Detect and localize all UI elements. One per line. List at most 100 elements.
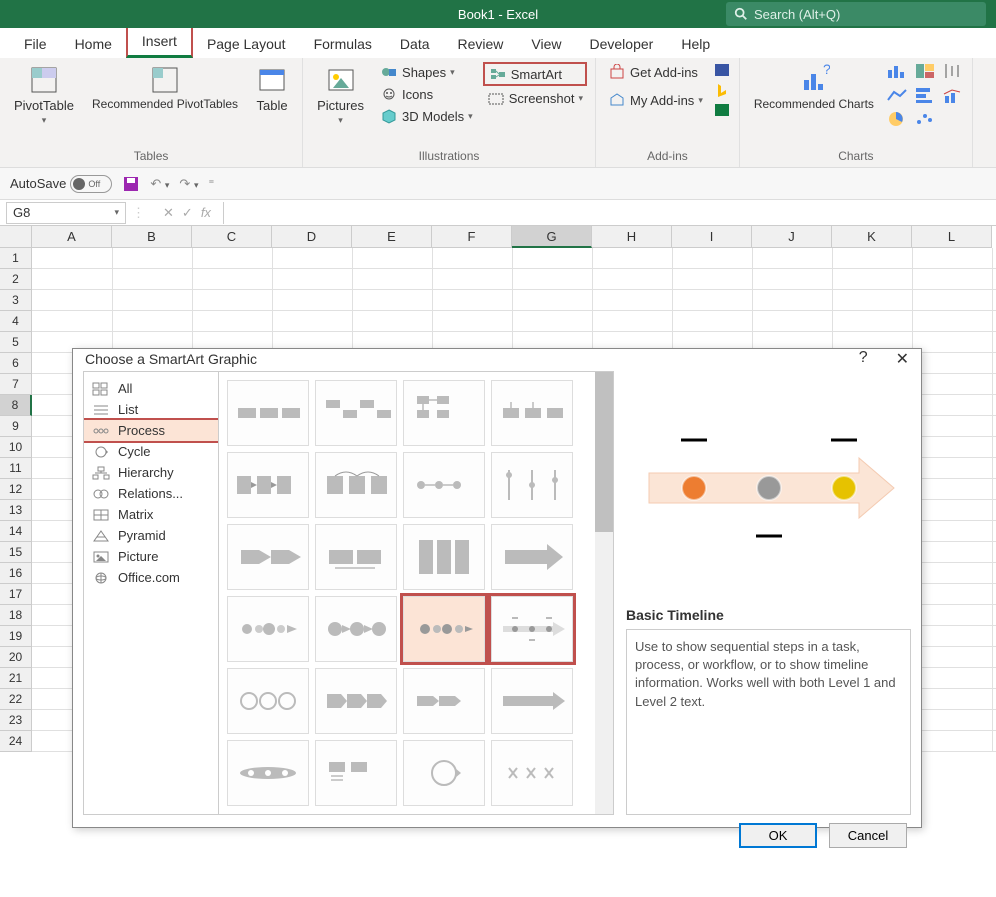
row-header[interactable]: 13 xyxy=(0,500,32,521)
tab-developer[interactable]: Developer xyxy=(576,30,668,58)
smartart-thumb[interactable] xyxy=(403,452,485,518)
visio-icon[interactable] xyxy=(713,62,731,78)
smartart-thumb[interactable] xyxy=(227,380,309,446)
get-addins-button[interactable]: Get Add-ins xyxy=(604,62,707,82)
smartart-thumb[interactable] xyxy=(491,452,573,518)
shapes-button[interactable]: Shapes▾ xyxy=(376,62,477,82)
cat-process[interactable]: Process xyxy=(84,420,218,441)
col-header[interactable]: B xyxy=(112,226,192,248)
smartart-thumb[interactable] xyxy=(403,740,485,806)
line-chart-icon[interactable] xyxy=(886,86,908,104)
help-icon[interactable]: ? xyxy=(859,349,868,369)
tab-view[interactable]: View xyxy=(517,30,575,58)
cat-list[interactable]: List xyxy=(84,399,218,420)
cat-hierarchy[interactable]: Hierarchy xyxy=(84,462,218,483)
recommended-pivottables-button[interactable]: Recommended PivotTables xyxy=(86,62,244,113)
undo-button[interactable]: ↶ ▾ xyxy=(150,176,169,192)
stock-chart-icon[interactable] xyxy=(942,62,964,80)
smartart-thumb[interactable] xyxy=(315,740,397,806)
fx-icon[interactable]: fx xyxy=(201,205,211,221)
col-header[interactable]: C xyxy=(192,226,272,248)
table-button[interactable]: Table xyxy=(250,62,294,115)
select-all-corner[interactable] xyxy=(0,226,32,248)
row-header[interactable]: 21 xyxy=(0,668,32,689)
col-header[interactable]: E xyxy=(352,226,432,248)
smartart-thumb[interactable] xyxy=(227,740,309,806)
row-header[interactable]: 1 xyxy=(0,248,32,269)
redo-button[interactable]: ↷ ▾ xyxy=(179,176,198,192)
smartart-thumb[interactable] xyxy=(403,596,485,662)
smartart-thumb[interactable] xyxy=(227,452,309,518)
combo-chart-icon[interactable] xyxy=(942,86,964,104)
row-header[interactable]: 19 xyxy=(0,626,32,647)
row-header[interactable]: 6 xyxy=(0,353,32,374)
qat-customize[interactable]: ⁼ xyxy=(208,177,214,190)
row-header[interactable]: 17 xyxy=(0,584,32,605)
name-box[interactable]: G8▾ xyxy=(6,202,126,224)
people-icon[interactable] xyxy=(713,102,731,118)
treemap-icon[interactable] xyxy=(914,62,936,80)
col-header[interactable]: F xyxy=(432,226,512,248)
row-header[interactable]: 18 xyxy=(0,605,32,626)
smartart-thumb[interactable] xyxy=(315,596,397,662)
smartart-button[interactable]: SmartArt xyxy=(483,62,587,86)
tab-home[interactable]: Home xyxy=(61,30,126,58)
smartart-thumb[interactable] xyxy=(315,524,397,590)
search-box[interactable]: Search (Alt+Q) xyxy=(726,2,986,26)
row-header[interactable]: 5 xyxy=(0,332,32,353)
col-header[interactable]: G xyxy=(512,226,592,248)
smartart-thumb[interactable] xyxy=(403,380,485,446)
gallery-scrollbar[interactable] xyxy=(595,372,613,814)
pivottable-button[interactable]: PivotTable▾ xyxy=(8,62,80,128)
smartart-thumb[interactable] xyxy=(227,668,309,734)
col-header[interactable]: D xyxy=(272,226,352,248)
ok-button[interactable]: OK xyxy=(739,823,817,848)
row-header[interactable]: 7 xyxy=(0,374,32,395)
icons-button[interactable]: Icons xyxy=(376,84,477,104)
screenshot-button[interactable]: Screenshot▾ xyxy=(483,88,587,108)
column-chart-icon[interactable] xyxy=(886,62,908,80)
cancel-formula-icon[interactable]: ✕ xyxy=(163,205,174,221)
row-header[interactable]: 15 xyxy=(0,542,32,563)
bar-chart-icon[interactable] xyxy=(914,86,936,104)
scatter-chart-icon[interactable] xyxy=(914,110,936,128)
row-header[interactable]: 22 xyxy=(0,689,32,710)
my-addins-button[interactable]: My Add-ins ▾ xyxy=(604,90,707,110)
smartart-thumb[interactable] xyxy=(491,740,573,806)
smartart-thumb[interactable] xyxy=(403,668,485,734)
tab-review[interactable]: Review xyxy=(444,30,518,58)
row-header[interactable]: 23 xyxy=(0,710,32,731)
smartart-thumb[interactable] xyxy=(315,452,397,518)
smartart-thumb[interactable] xyxy=(491,524,573,590)
tab-help[interactable]: Help xyxy=(667,30,724,58)
row-header[interactable]: 12 xyxy=(0,479,32,500)
cat-all[interactable]: All xyxy=(84,378,218,399)
cat-picture[interactable]: Picture xyxy=(84,546,218,567)
col-header[interactable]: I xyxy=(672,226,752,248)
tab-formulas[interactable]: Formulas xyxy=(300,30,386,58)
pictures-button[interactable]: Pictures▾ xyxy=(311,62,370,128)
cat-pyramid[interactable]: Pyramid xyxy=(84,525,218,546)
bing-icon[interactable] xyxy=(713,82,731,98)
enter-formula-icon[interactable]: ✓ xyxy=(182,205,193,221)
autosave-toggle[interactable]: AutoSave Off xyxy=(10,175,112,193)
cat-office[interactable]: Office.com xyxy=(84,567,218,588)
row-header[interactable]: 9 xyxy=(0,416,32,437)
col-header[interactable]: J xyxy=(752,226,832,248)
recommended-charts-button[interactable]: ? Recommended Charts xyxy=(748,62,880,113)
tab-insert[interactable]: Insert xyxy=(126,25,193,58)
formula-input[interactable] xyxy=(223,202,996,224)
row-header[interactable]: 10 xyxy=(0,437,32,458)
smartart-thumb[interactable] xyxy=(491,668,573,734)
col-header[interactable]: A xyxy=(32,226,112,248)
save-icon[interactable] xyxy=(122,175,140,193)
tab-data[interactable]: Data xyxy=(386,30,444,58)
cancel-button[interactable]: Cancel xyxy=(829,823,907,848)
row-header[interactable]: 2 xyxy=(0,269,32,290)
row-header[interactable]: 3 xyxy=(0,290,32,311)
col-header[interactable]: H xyxy=(592,226,672,248)
smartart-thumb[interactable] xyxy=(315,380,397,446)
close-icon[interactable]: ✕ xyxy=(896,349,909,369)
row-header[interactable]: 11 xyxy=(0,458,32,479)
row-header[interactable]: 20 xyxy=(0,647,32,668)
